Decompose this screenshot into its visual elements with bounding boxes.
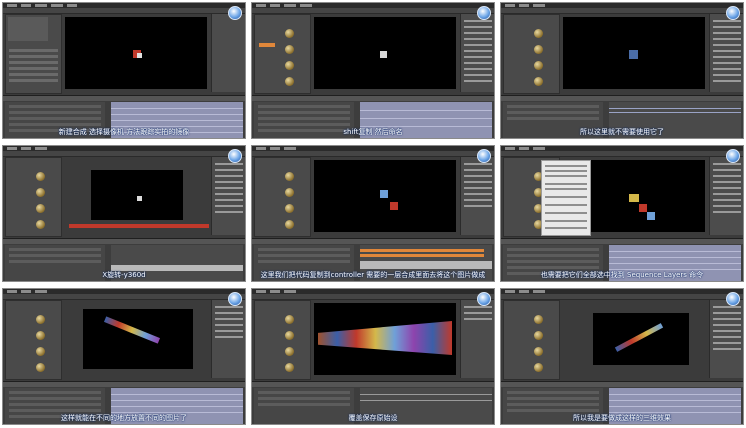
subtitle-caption: 这里我们把代码复制到controller 需要的一层合成里面去将这个图片做成 bbox=[260, 271, 486, 279]
composition-viewer[interactable] bbox=[314, 160, 456, 232]
globe-logo-icon bbox=[477, 292, 491, 306]
effect-controls-panel[interactable] bbox=[503, 300, 560, 380]
frame-4: X旋转-y360d bbox=[2, 145, 246, 282]
image-layer bbox=[390, 202, 398, 210]
subtitle-caption: 所以我是要做成这样的三维效果 bbox=[573, 414, 671, 422]
effects-panel[interactable] bbox=[709, 300, 743, 378]
image-layer bbox=[639, 204, 647, 212]
subtitle-caption: X旋转-y360d bbox=[102, 271, 146, 279]
subtitle-caption: 也需要把它们全部选中找到 Sequence Layers 命令 bbox=[540, 271, 704, 279]
image-layer bbox=[137, 196, 142, 201]
image-layer bbox=[380, 51, 387, 58]
image-layer bbox=[380, 190, 388, 198]
globe-logo-icon bbox=[726, 292, 740, 306]
subtitle-caption: 这样就能在不同的地方放置不同的图片了 bbox=[61, 414, 187, 422]
effects-panel[interactable] bbox=[460, 300, 494, 378]
subtitle-caption: 所以这里就不需要使用它了 bbox=[580, 128, 664, 136]
globe-logo-icon bbox=[228, 6, 242, 20]
frame-1: 新建合成 选择摄像机 方法跟踪实拍的镜像 bbox=[2, 2, 246, 139]
image-strip bbox=[103, 316, 161, 344]
effect-controls-panel[interactable] bbox=[5, 157, 62, 237]
effects-panel[interactable] bbox=[211, 300, 245, 378]
effect-controls-panel[interactable] bbox=[254, 14, 311, 94]
effects-panel[interactable] bbox=[460, 157, 494, 235]
frame-3: 所以这里就不需要使用它了 bbox=[500, 2, 744, 139]
frame-6: 也需要把它们全部选中找到 Sequence Layers 命令 bbox=[500, 145, 744, 282]
frame-2: shift复制 然后命名 bbox=[251, 2, 495, 139]
project-panel[interactable] bbox=[5, 14, 62, 94]
frame-8: 覆盖保存原始设 bbox=[251, 288, 495, 425]
composition-viewer[interactable] bbox=[563, 17, 705, 89]
globe-logo-icon bbox=[228, 292, 242, 306]
globe-logo-icon bbox=[477, 149, 491, 163]
frame-7: 这样就能在不同的地方放置不同的图片了 bbox=[2, 288, 246, 425]
frame-5: 这里我们把代码复制到controller 需要的一层合成里面去将这个图片做成 bbox=[251, 145, 495, 282]
globe-logo-icon bbox=[726, 6, 740, 20]
image-layer bbox=[137, 53, 142, 58]
composition-viewer[interactable] bbox=[314, 17, 456, 89]
globe-logo-icon bbox=[726, 149, 740, 163]
effects-panel[interactable] bbox=[709, 14, 743, 92]
effects-panel[interactable] bbox=[211, 14, 245, 92]
image-layer bbox=[629, 50, 638, 59]
globe-logo-icon bbox=[228, 149, 242, 163]
effects-panel[interactable] bbox=[211, 157, 245, 235]
subtitle-caption: shift复制 然后命名 bbox=[343, 128, 403, 136]
globe-logo-icon bbox=[477, 6, 491, 20]
image-wall bbox=[318, 321, 452, 355]
composition-viewer[interactable] bbox=[593, 313, 689, 365]
layer-menu-dropdown[interactable] bbox=[541, 160, 591, 236]
subtitle-caption: 覆盖保存原始设 bbox=[348, 414, 398, 422]
effect-controls-panel[interactable] bbox=[5, 300, 62, 380]
composition-viewer[interactable] bbox=[314, 303, 456, 375]
image-strip bbox=[614, 323, 664, 352]
composition-viewer[interactable] bbox=[65, 17, 207, 89]
frame-9: 所以我是要做成这样的三维效果 bbox=[500, 288, 744, 425]
composition-viewer[interactable] bbox=[83, 309, 193, 369]
subtitle-caption: 新建合成 选择摄像机 方法跟踪实拍的镜像 bbox=[58, 128, 190, 136]
effect-controls-panel[interactable] bbox=[503, 14, 560, 94]
image-layer bbox=[647, 212, 655, 220]
composition-viewer[interactable] bbox=[91, 170, 183, 220]
image-layer bbox=[629, 194, 639, 202]
effects-panel[interactable] bbox=[460, 14, 494, 92]
effect-controls-panel[interactable] bbox=[254, 300, 311, 380]
selected-expression-bar[interactable] bbox=[69, 224, 209, 228]
frame-grid: 新建合成 选择摄像机 方法跟踪实拍的镜像 shift复制 然后命名 所以这里就不… bbox=[2, 2, 744, 426]
effect-controls-panel[interactable] bbox=[254, 157, 311, 237]
effects-panel[interactable] bbox=[709, 157, 743, 235]
